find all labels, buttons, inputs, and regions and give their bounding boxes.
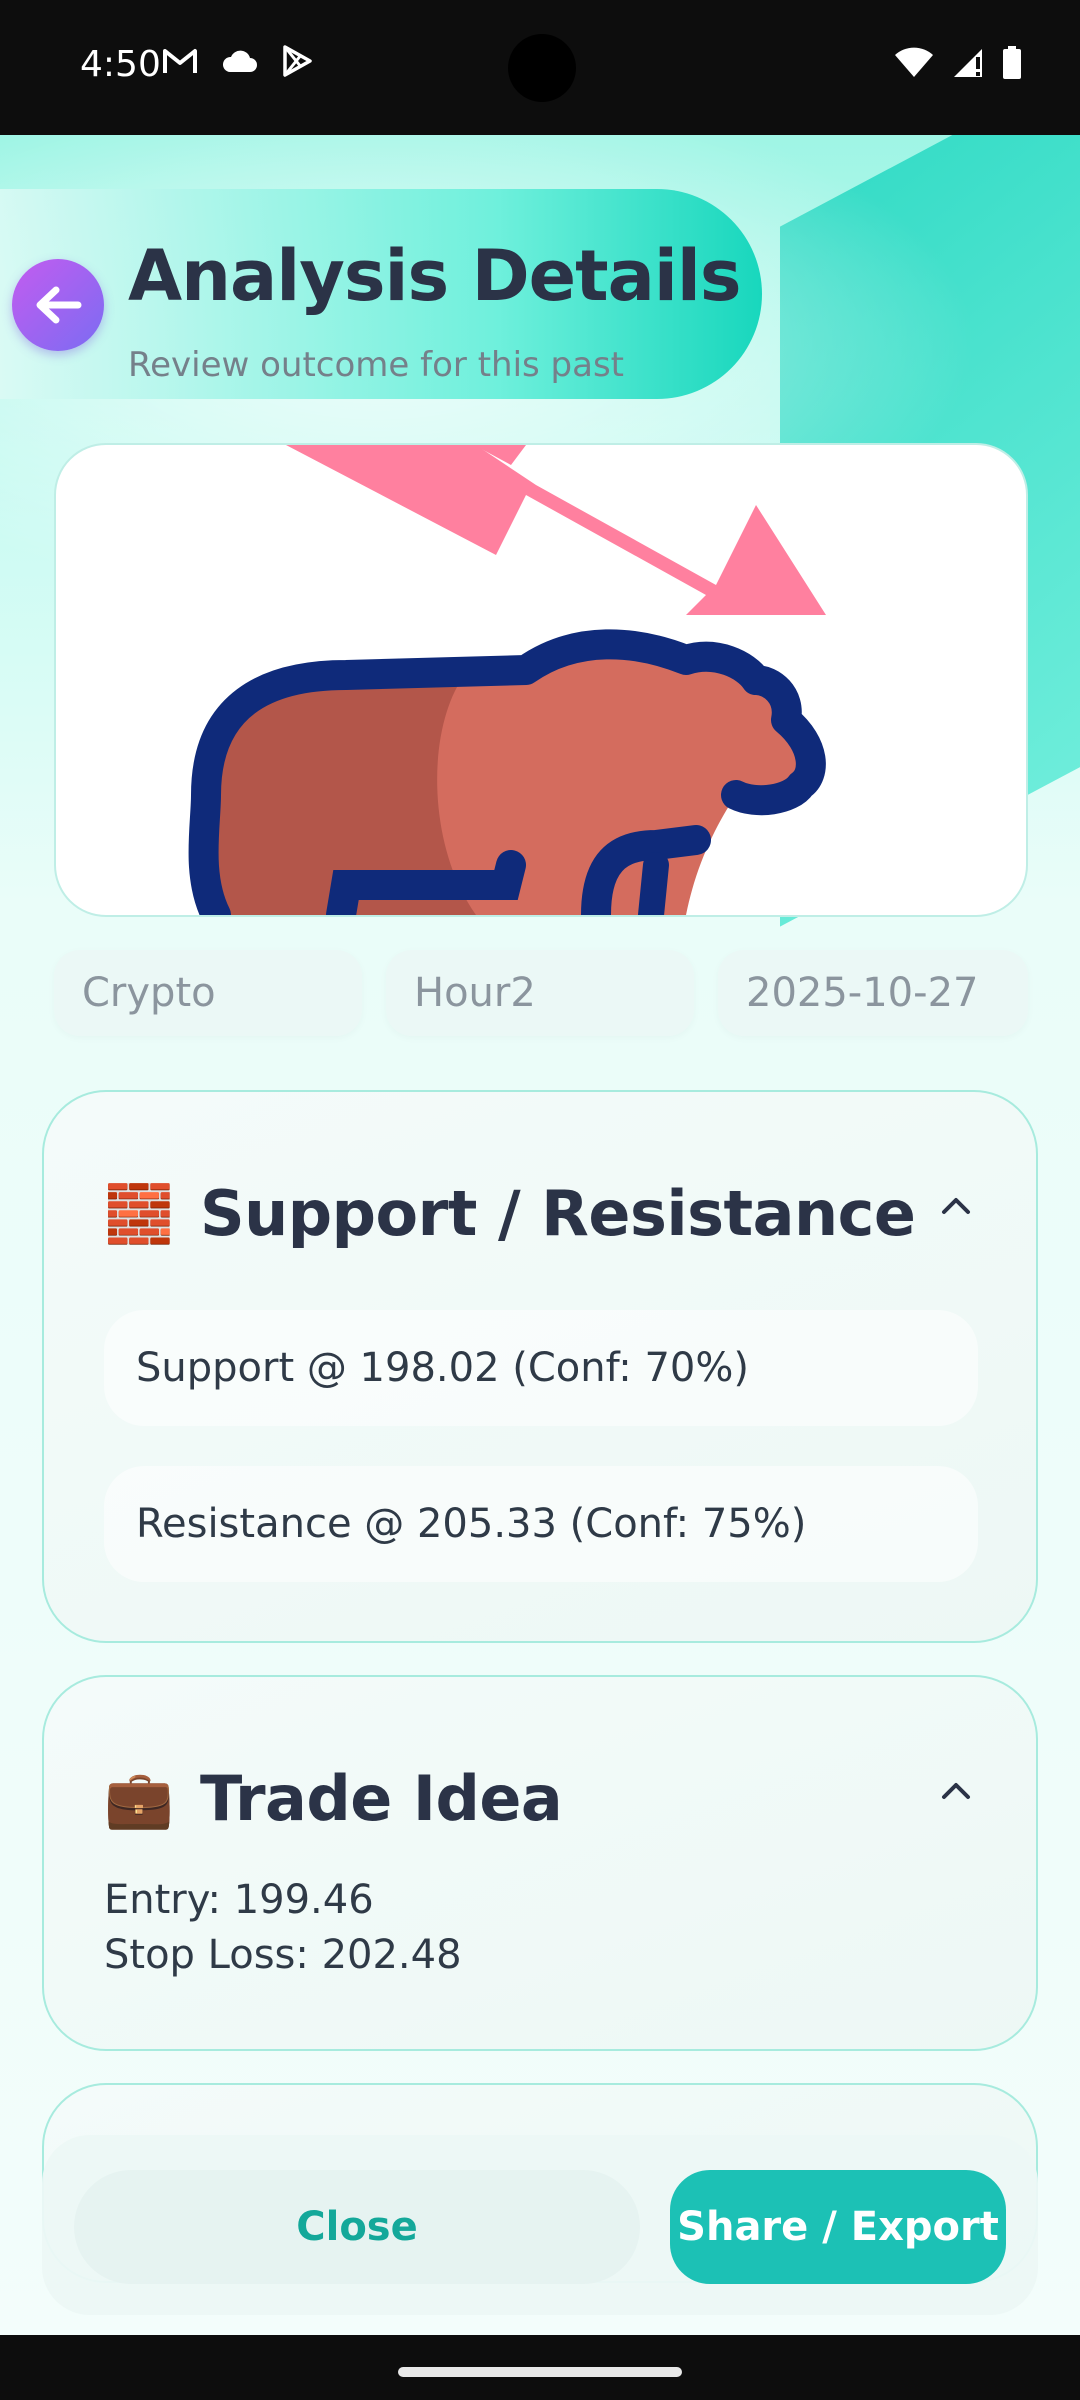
analysis-details-screen: Analysis Details Review outcome for this…: [0, 135, 1080, 2335]
page-subtitle: Review outcome for this past: [128, 345, 625, 385]
trade-idea-header[interactable]: 💼 Trade Idea: [104, 1762, 976, 1835]
chip-timeframe: Hour2: [386, 950, 694, 1036]
page-title: Analysis Details: [128, 235, 741, 317]
navigation-bar: [0, 2335, 1080, 2400]
support-level: Support @ 198.02 (Conf: 70%): [104, 1310, 978, 1426]
bear-market-icon: [188, 445, 826, 915]
stop-loss-price: Stop Loss: 202.48: [104, 1932, 462, 1978]
resistance-level: Resistance @ 205.33 (Conf: 75%): [104, 1466, 978, 1582]
gesture-handle[interactable]: [398, 2367, 682, 2377]
briefcase-icon: 💼: [104, 1766, 174, 1832]
trade-idea-card: 💼 Trade Idea Entry: 199.46 Stop Loss: 20…: [42, 1675, 1038, 2051]
gmail-icon: [163, 49, 197, 73]
wifi-icon: [895, 47, 933, 77]
camera-cutout: [508, 34, 576, 102]
hero-image: [54, 443, 1028, 917]
arrow-left-icon: [36, 286, 82, 324]
chip-category: Crypto: [54, 950, 362, 1036]
back-button[interactable]: [12, 259, 104, 351]
support-resistance-header[interactable]: 🧱 Support / Resistance: [104, 1177, 976, 1250]
battery-icon: [1003, 46, 1021, 79]
status-time: 4:50: [80, 44, 161, 85]
play-store-icon: [283, 45, 312, 77]
card-title: Trade Idea: [200, 1762, 563, 1835]
cloud-icon: [222, 50, 257, 72]
support-resistance-card: 🧱 Support / Resistance Support @ 198.02 …: [42, 1090, 1038, 1643]
share-export-button[interactable]: Share / Export: [670, 2170, 1006, 2284]
chevron-up-icon[interactable]: [936, 1770, 976, 1810]
entry-price: Entry: 199.46: [104, 1877, 374, 1923]
chevron-up-icon[interactable]: [936, 1185, 976, 1225]
close-button[interactable]: Close: [74, 2170, 640, 2284]
chip-date: 2025-10-27: [718, 950, 1028, 1036]
card-title: Support / Resistance: [200, 1177, 916, 1250]
brick-icon: 🧱: [104, 1181, 174, 1247]
status-bar: 4:50: [0, 0, 1080, 135]
signal-icon: [954, 49, 982, 77]
